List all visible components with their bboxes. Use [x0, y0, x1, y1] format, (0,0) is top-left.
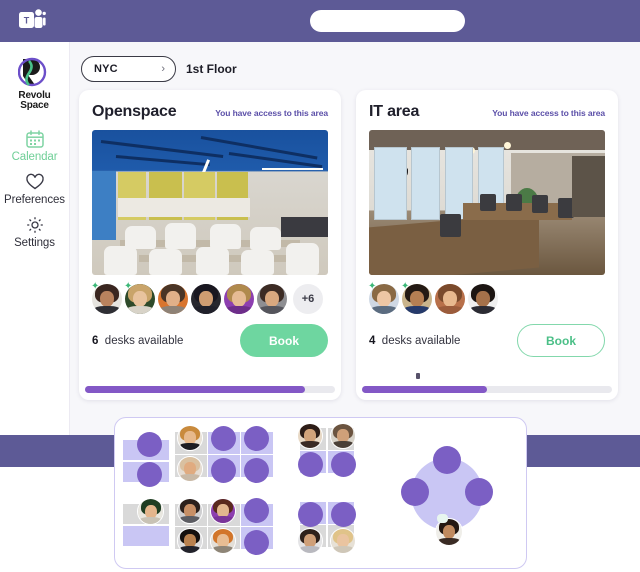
occupied-seat[interactable] — [177, 498, 203, 524]
area-card-openspace[interactable]: Openspace You have access to this area ✦… — [79, 90, 341, 400]
location-label: NYC — [94, 63, 118, 75]
card-scrollbar-thumb[interactable] — [362, 386, 487, 393]
occupant-avatars: ✦ ✦ — [79, 275, 341, 314]
brand: Revolu Space — [18, 56, 51, 111]
free-seat[interactable] — [401, 478, 429, 506]
book-button[interactable]: Book — [517, 324, 605, 357]
occupied-seat[interactable] — [210, 498, 236, 524]
occupant-avatars: ✦ ✦ — [356, 275, 618, 314]
desks-available-text: 6 desks available — [92, 335, 183, 347]
access-badge: You have access to this area — [492, 108, 605, 118]
card-header: Openspace You have access to this area — [79, 90, 341, 121]
desks-available-count: 4 — [369, 334, 376, 347]
floor-label: 1st Floor — [186, 62, 237, 76]
microsoft-teams-icon: T — [19, 9, 46, 28]
area-card-it-area[interactable]: IT area You have access to this area ✦ ✦… — [356, 90, 618, 400]
occupied-seat[interactable] — [137, 498, 164, 525]
star-badge-icon: ✦ — [401, 281, 410, 292]
book-button[interactable]: Book — [240, 324, 328, 357]
free-seat[interactable] — [137, 462, 162, 487]
status-bubble-icon — [437, 514, 448, 523]
avatar[interactable]: ✦ — [124, 281, 155, 314]
sidebar-item-settings[interactable]: Settings — [0, 215, 70, 249]
desks-available-count: 6 — [92, 334, 99, 347]
star-badge-icon: ✦ — [91, 281, 100, 292]
free-seat[interactable] — [137, 432, 162, 457]
sidebar-item-label-preferences: Preferences — [4, 194, 65, 206]
area-card-list: Openspace You have access to this area ✦… — [70, 90, 640, 435]
heart-icon — [25, 173, 44, 190]
app-root: T Revolu Space Calendar Preferences Sett… — [0, 0, 640, 572]
avatar[interactable] — [257, 284, 287, 314]
avatar[interactable] — [191, 284, 221, 314]
card-footer: 4 desks available Book — [356, 314, 618, 357]
occupied-seat[interactable] — [177, 456, 203, 482]
avatar[interactable] — [224, 284, 254, 314]
card-title: IT area — [369, 103, 420, 120]
floor-plan-overlay[interactable] — [114, 417, 527, 569]
calendar-icon — [25, 130, 44, 148]
occupied-seat[interactable] — [297, 528, 323, 554]
occupied-seat[interactable] — [330, 423, 356, 449]
free-seat[interactable] — [465, 478, 493, 506]
occupied-seat[interactable] — [210, 528, 236, 554]
free-seat[interactable] — [298, 502, 323, 527]
free-seat[interactable] — [244, 498, 269, 523]
free-seat[interactable] — [211, 426, 236, 451]
access-badge: You have access to this area — [215, 108, 328, 118]
occupied-seat[interactable] — [330, 528, 356, 554]
gear-icon — [26, 217, 43, 233]
occupied-seat[interactable] — [177, 528, 203, 554]
card-header: IT area You have access to this area — [356, 90, 618, 121]
free-seat[interactable] — [211, 458, 236, 483]
location-selector[interactable]: NYC › — [81, 56, 176, 82]
sidebar-item-calendar[interactable]: Calendar — [0, 129, 70, 163]
it-area-photo — [369, 130, 605, 275]
star-badge-icon: ✦ — [368, 281, 377, 292]
revoluspace-logo — [18, 57, 47, 87]
occupied-seat[interactable] — [297, 423, 323, 449]
avatar-overflow-count[interactable]: +6 — [293, 284, 323, 314]
avatar[interactable]: ✦ — [368, 281, 399, 314]
card-scrollbar-track[interactable] — [362, 386, 612, 393]
desks-available-label: desks available — [381, 334, 461, 347]
free-seat[interactable] — [244, 426, 269, 451]
brand-name-line2: Space — [20, 100, 49, 111]
openspace-photo — [92, 130, 328, 275]
avatar[interactable]: ✦ — [401, 281, 432, 314]
avatar[interactable]: ✦ — [91, 281, 122, 314]
free-seat[interactable] — [244, 530, 269, 555]
app-shell: Revolu Space Calendar Preferences Settin… — [0, 42, 640, 435]
free-seat[interactable] — [331, 452, 356, 477]
chevron-right-icon: › — [161, 62, 165, 75]
free-seat[interactable] — [331, 502, 356, 527]
card-scrollbar-thumb[interactable] — [85, 386, 305, 393]
sidebar: Revolu Space Calendar Preferences Settin… — [0, 42, 70, 435]
card-title: Openspace — [92, 103, 177, 120]
search-input[interactable] — [310, 10, 465, 32]
content-area: NYC › 1st Floor Openspace You have acces… — [70, 42, 640, 435]
card-scrollbar-track[interactable] — [85, 386, 335, 393]
avatar[interactable] — [468, 284, 498, 314]
free-seat[interactable] — [433, 446, 461, 474]
sidebar-item-preferences[interactable]: Preferences — [0, 172, 70, 206]
occupied-seat[interactable] — [177, 425, 203, 451]
carousel-marker — [416, 373, 420, 379]
card-footer: 6 desks available Book — [79, 314, 341, 357]
sidebar-item-label-calendar: Calendar — [11, 151, 58, 163]
free-seat[interactable] — [244, 458, 269, 483]
svg-text:T: T — [24, 16, 30, 26]
toolbar: NYC › 1st Floor — [70, 42, 640, 90]
sidebar-item-label-settings: Settings — [14, 237, 55, 249]
free-seat[interactable] — [298, 452, 323, 477]
desks-available-label: desks available — [104, 334, 184, 347]
teams-title-bar: T — [0, 0, 640, 42]
desks-available-text: 4 desks available — [369, 335, 460, 347]
brand-name: Revolu Space — [18, 91, 50, 111]
avatar[interactable] — [158, 284, 188, 314]
avatar[interactable] — [435, 284, 465, 314]
star-badge-icon: ✦ — [124, 281, 133, 292]
